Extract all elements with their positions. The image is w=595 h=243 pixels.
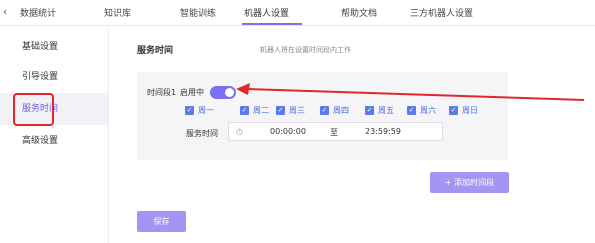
checkbox-checked-icon: ✓ [365,106,374,115]
checkbox-checked-icon: ✓ [320,106,329,115]
checkbox-checked-icon: ✓ [276,106,285,115]
tab-knowledge-base[interactable]: 知识库 [104,6,131,19]
day-label: 周三 [289,106,305,115]
annotation-highlight-box [13,93,54,126]
checkbox-checked-icon: ✓ [407,106,416,115]
top-nav: ‹ 数据统计 知识库 智能训练 机器人设置 帮助文档 三方机器人设置 [0,0,595,26]
enabled-status-label: 启用中 [180,88,204,97]
day-label: 周二 [253,106,269,115]
tab-third-party-robot-settings[interactable]: 三方机器人设置 [410,6,473,19]
section-title: 服务时间 [137,46,174,56]
service-time-label: 服务时间 [186,129,218,138]
save-button[interactable]: 保存 [137,211,186,232]
day-label: 周日 [462,106,478,115]
chevron-left-icon[interactable]: ‹ [3,5,15,19]
sidebar-item-guide-settings[interactable]: 引导设置 [0,63,108,91]
annotation-arrow-icon [236,83,584,101]
sidebar-item-advanced-settings[interactable]: 高级设置 [0,127,108,155]
checkbox-checked-icon: ✓ [240,106,249,115]
tab-data-statistics[interactable]: 数据统计 [20,6,56,19]
toggle-knob [225,88,234,97]
checkbox-checked-icon: ✓ [185,106,194,115]
tab-smart-training[interactable]: 智能训练 [180,6,216,19]
enable-toggle[interactable] [210,86,236,99]
sidebar: 基础设置 引导设置 服务时间 高级设置 [0,27,108,243]
checkbox-checked-icon: ✓ [449,106,458,115]
period-label: 时间段1 [147,88,177,97]
clock-icon: ◷ [236,127,243,136]
start-time-value[interactable]: 00:00:00 [270,127,306,136]
end-time-value[interactable]: 23:59:59 [365,127,401,136]
active-tab-indicator [242,23,302,25]
sidebar-item-basic-settings[interactable]: 基础设置 [0,33,108,61]
sidebar-divider [108,27,109,243]
day-label: 周一 [198,106,214,115]
day-label: 周四 [333,106,349,115]
tab-robot-settings[interactable]: 机器人设置 [244,6,289,19]
time-range-separator: 至 [330,128,338,137]
add-time-period-button[interactable]: + 添加时间段 [430,172,509,193]
section-description: 机器人将在设置时间段内工作 [260,46,351,54]
tab-help-docs[interactable]: 帮助文档 [341,6,377,19]
day-label: 周六 [420,106,436,115]
day-label: 周五 [378,106,394,115]
